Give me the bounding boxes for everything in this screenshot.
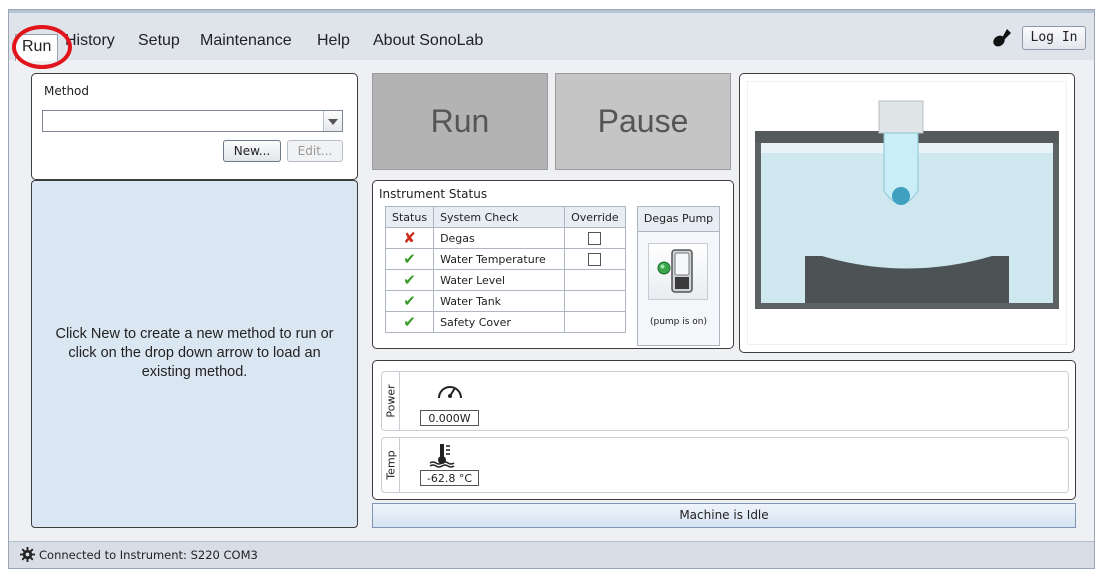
menu-bar: Run History Setup Maintenance Help About… (9, 10, 1094, 61)
degas-pump-title: Degas Pump (638, 207, 719, 232)
check-name: Water Level (433, 269, 566, 291)
menu-top-line (9, 10, 1094, 13)
temp-value: -62.8 °C (420, 470, 479, 486)
power-value: 0.000W (420, 410, 479, 426)
key-icon[interactable] (992, 26, 1014, 48)
table-row: ✔ Water Temperature (384, 248, 626, 270)
table-row: ✘ Degas (384, 227, 626, 249)
connection-status: Connected to Instrument: S220 COM3 (39, 548, 258, 562)
menu-history[interactable]: History (65, 32, 115, 50)
status-table: Status System Check Override ✘ Degas ✔ W… (384, 206, 626, 333)
temp-label: Temp (384, 450, 397, 480)
column-system-check: System Check (433, 206, 566, 228)
power-label: Power (384, 384, 397, 418)
sonicator-illustration (747, 81, 1067, 345)
method-selected-value (43, 115, 47, 129)
method-instructions: Click New to create a new method to run … (32, 325, 357, 382)
gauge-icon (438, 386, 462, 399)
instruction-line-1: Click New to create a new method to run … (55, 326, 334, 342)
edit-method-button[interactable]: Edit... (287, 140, 343, 162)
menu-setup[interactable]: Setup (138, 32, 180, 50)
method-panel: Method New... Edit... (31, 73, 358, 180)
method-label: Method (44, 84, 90, 98)
check-name: Water Tank (433, 290, 566, 312)
fail-x-icon: ✘ (403, 229, 416, 247)
power-label-tab: Power (382, 372, 400, 430)
table-row: ✔ Safety Cover (384, 311, 626, 333)
method-dropdown[interactable] (42, 110, 343, 132)
pause-button[interactable]: Pause (555, 73, 731, 170)
table-row: ✔ Water Tank (384, 290, 626, 312)
degas-pump-box: Degas Pump (pump is on) (637, 206, 720, 346)
column-override: Override (564, 206, 626, 228)
table-row: ✔ Water Level (384, 269, 626, 291)
new-method-button[interactable]: New... (223, 140, 281, 162)
check-name: Water Temperature (433, 248, 566, 270)
check-name: Safety Cover (433, 311, 566, 333)
run-button[interactable]: Run (372, 73, 548, 170)
thermometer-icon (429, 444, 455, 468)
pump-status-caption: (pump is on) (649, 317, 708, 327)
method-info-panel: Click New to create a new method to run … (31, 180, 358, 528)
machine-status-bar: Machine is Idle (372, 503, 1076, 528)
instrument-image-panel (739, 73, 1075, 353)
ok-check-icon: ✔ (403, 313, 416, 331)
override-checkbox[interactable] (588, 252, 602, 266)
ok-check-icon: ✔ (403, 250, 416, 268)
check-name: Degas (433, 227, 566, 249)
power-meter: Power 0.000W (381, 371, 1069, 431)
sonolab-window: Run History Setup Maintenance Help About… (8, 9, 1095, 569)
temp-label-tab: Temp (382, 438, 400, 492)
status-bar: Connected to Instrument: S220 COM3 (9, 541, 1094, 568)
ok-check-icon: ✔ (403, 292, 416, 310)
instrument-status-title: Instrument Status (379, 187, 488, 201)
dropdown-arrow-icon[interactable] (323, 111, 342, 131)
instrument-status-panel: Instrument Status Status System Check Ov… (372, 180, 734, 349)
menu-run[interactable]: Run (15, 34, 59, 61)
ok-check-icon: ✔ (403, 271, 416, 289)
temp-meter: Temp -62.8 °C (381, 437, 1069, 493)
menu-maintenance[interactable]: Maintenance (200, 32, 292, 50)
toggle-switch-icon[interactable] (648, 243, 708, 300)
instruction-line-2: click on the drop down arrow to load an (68, 345, 321, 361)
instruction-line-3: existing method. (141, 364, 248, 380)
menu-help[interactable]: Help (317, 32, 350, 50)
meter-panel: Power 0.000W Temp -62.8 °C (372, 360, 1076, 500)
gear-icon (20, 547, 35, 562)
column-status: Status (384, 206, 435, 228)
override-checkbox[interactable] (588, 231, 602, 245)
status-table-header: Status System Check Override (384, 206, 626, 228)
login-button[interactable]: Log In (1022, 26, 1086, 50)
menu-about[interactable]: About SonoLab (373, 32, 483, 50)
